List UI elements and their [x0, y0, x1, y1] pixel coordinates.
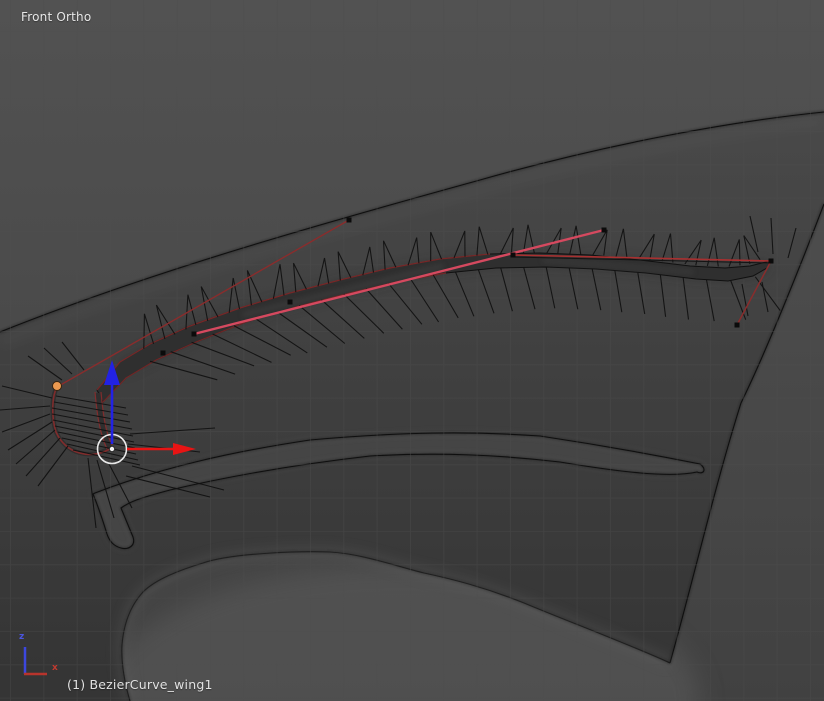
manipulator-center-dot	[109, 445, 116, 452]
handle-endpoint[interactable]	[160, 350, 166, 356]
axis-x-label: x	[52, 663, 58, 673]
blender-3d-viewport[interactable]: Front Ortho (1) BezierCurve_wing1 z x	[0, 0, 824, 701]
axis-z-label: z	[19, 632, 25, 642]
view-orientation-label: Front Ortho	[21, 10, 92, 24]
handle-endpoint[interactable]	[191, 331, 197, 337]
handle-endpoint[interactable]	[346, 217, 352, 223]
handle-endpoint[interactable]	[601, 227, 607, 233]
handle-endpoint[interactable]	[768, 258, 774, 264]
handle-endpoint[interactable]	[287, 299, 293, 305]
handle-endpoint[interactable]	[734, 322, 740, 328]
active-control-point[interactable]	[52, 381, 62, 391]
active-object-label: (1) BezierCurve_wing1	[67, 677, 213, 692]
handle-endpoint[interactable]	[510, 252, 516, 258]
viewport-canvas	[0, 0, 824, 701]
